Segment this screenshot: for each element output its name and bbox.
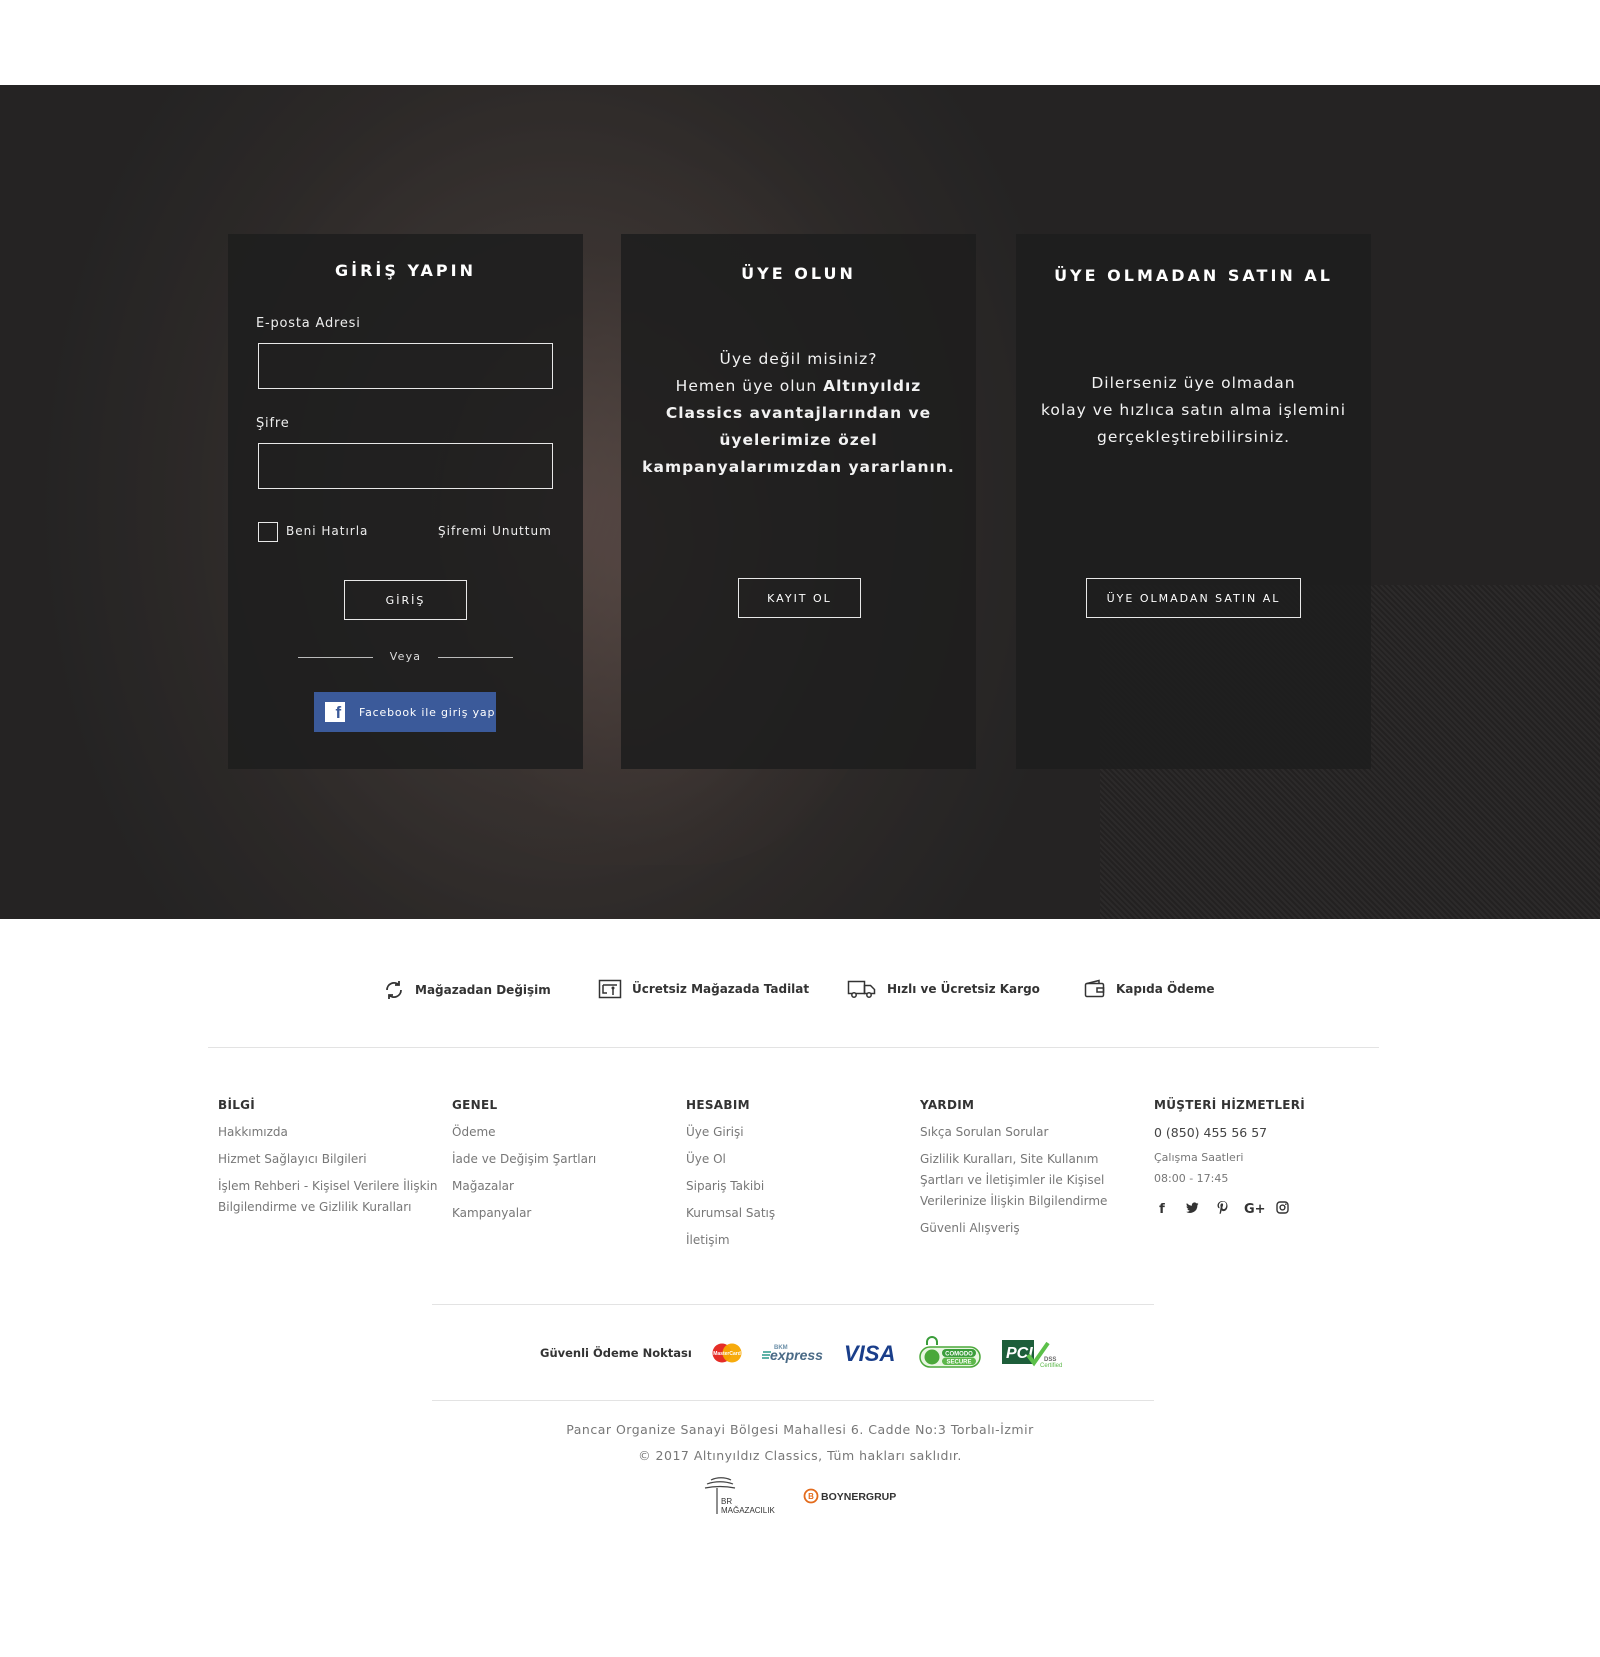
login-title: GİRİŞ YAPIN [335, 261, 476, 280]
footer-link[interactable]: Ödeme [452, 1122, 672, 1143]
twitter-icon[interactable] [1184, 1201, 1200, 1218]
footer-heading: GENEL [452, 1098, 498, 1112]
footer-column-bilgi: BİLGİ Hakkımızda Hizmet Sağlayıcı Bilgil… [218, 1098, 438, 1224]
svg-text:MasterCard: MasterCard [713, 1351, 741, 1357]
register-description: Üye değil misiniz? Hemen üye olun Altıny… [642, 350, 955, 476]
footer-link[interactable]: İşlem Rehberi - Kişisel Verilere İlişkin… [218, 1176, 438, 1218]
password-field[interactable] [258, 443, 553, 489]
guest-checkout-panel: ÜYE OLMADAN SATIN AL Dilerseniz üye olma… [1016, 234, 1371, 769]
truck-icon [847, 980, 876, 998]
footer-heading: YARDIM [920, 1098, 975, 1112]
comodo-secure-logo: COMODO SECURE [918, 1335, 982, 1371]
svg-text:SECURE: SECURE [946, 1360, 971, 1366]
footer-column-hesabim: HESABIM Üye Girişi Üye Ol Sipariş Takibi… [686, 1098, 906, 1257]
company-address: Pancar Organize Sanayi Bölgesi Mahallesi… [566, 1422, 1034, 1437]
register-button[interactable]: KAYIT OL [738, 578, 861, 618]
register-panel: ÜYE OLUN Üye değil misiniz? Hemen üye ol… [621, 234, 976, 769]
boyner-grup-logo: B BOYNERGRUP [803, 1485, 899, 1512]
instagram-icon[interactable] [1274, 1201, 1290, 1218]
divider-left [298, 657, 373, 658]
pinterest-icon[interactable] [1214, 1201, 1230, 1218]
divider [208, 1047, 1379, 1048]
footer-link[interactable]: İletişim [686, 1230, 906, 1251]
sewing-machine-icon [598, 979, 622, 999]
wallet-icon [1084, 979, 1105, 998]
guest-description: Dilerseniz üye olmadan kolay ve hızlıca … [1040, 374, 1347, 446]
footer-link[interactable]: Kampanyalar [452, 1203, 672, 1224]
or-label: Veya [389, 650, 422, 663]
exchange-icon [386, 981, 402, 999]
facebook-icon[interactable]: f [1154, 1202, 1170, 1217]
divider [432, 1400, 1154, 1401]
feature-cash-on-delivery[interactable]: Kapıda Ödeme [1084, 979, 1215, 999]
page: GİRİŞ YAPIN E-posta Adresi Şifre Beni Ha… [0, 0, 1600, 1657]
footer-link[interactable]: Hizmet Sağlayıcı Bilgileri [218, 1149, 438, 1170]
svg-text:B: B [808, 1492, 814, 1501]
footer-column-genel: GENEL Ödeme İade ve Değişim Şartları Mağ… [452, 1098, 672, 1230]
feature-free-tailoring[interactable]: Ücretsiz Mağazada Tadilat [598, 979, 809, 999]
footer-link[interactable]: Üye Ol [686, 1149, 906, 1170]
visa-logo: VISA [844, 1342, 900, 1364]
footer-link[interactable]: İade ve Değişim Şartları [452, 1149, 672, 1170]
social-links: f G+ [1154, 1201, 1354, 1218]
login-button[interactable]: GİRİŞ [344, 580, 467, 620]
forgot-password-link[interactable]: Şifremi Unuttum [438, 524, 552, 538]
svg-text:BOYNERGRUP: BOYNERGRUP [821, 1491, 896, 1503]
footer-link[interactable]: Gizlilik Kuralları, Site Kullanım Şartla… [920, 1149, 1120, 1212]
working-hours-label: Çalışma Saatleri [1154, 1151, 1244, 1164]
footer-column-yardim: YARDIM Sıkça Sorulan Sorular Gizlilik Ku… [920, 1098, 1120, 1245]
svg-text:MAĞAZACILIK: MAĞAZACILIK [721, 1506, 775, 1515]
hero-background: GİRİŞ YAPIN E-posta Adresi Şifre Beni Ha… [0, 85, 1600, 919]
guest-title: ÜYE OLMADAN SATIN AL [1054, 266, 1333, 285]
copyright-text: © 2017 Altınyıldız Classics, Tüm hakları… [638, 1448, 962, 1463]
footer-link[interactable]: Sıkça Sorulan Sorular [920, 1122, 1120, 1143]
mastercard-logo: MasterCard [710, 1342, 744, 1364]
footer-link[interactable]: Kurumsal Satış [686, 1203, 906, 1224]
remember-me-label: Beni Hatırla [286, 524, 369, 538]
footer-link[interactable]: Mağazalar [452, 1176, 672, 1197]
svg-text:COMODO: COMODO [945, 1352, 973, 1358]
feature-free-shipping[interactable]: Hızlı ve Ücretsiz Kargo [847, 979, 1040, 999]
facebook-login-button[interactable]: f Facebook ile giriş yap [314, 692, 496, 732]
footer-link[interactable]: Hakkımızda [218, 1122, 438, 1143]
register-title: ÜYE OLUN [741, 264, 856, 283]
guest-checkout-button[interactable]: ÜYE OLMADAN SATIN AL [1086, 578, 1301, 618]
google-plus-icon[interactable]: G+ [1244, 1202, 1266, 1217]
customer-phone[interactable]: 0 (850) 455 56 57 [1154, 1122, 1354, 1143]
feature-store-exchange[interactable]: Mağazadan Değişim [383, 979, 551, 1001]
group-brands: BR MAĞAZACILIK B BOYNERGRUP [695, 1476, 899, 1521]
facebook-icon: f [325, 702, 345, 722]
footer-heading: MÜŞTERİ HİZMETLERİ [1154, 1098, 1306, 1112]
divider-right [438, 657, 513, 658]
svg-text:express: express [770, 1347, 823, 1363]
footer-column-customer-service: MÜŞTERİ HİZMETLERİ 0 (850) 455 56 57 Çal… [1154, 1098, 1354, 1218]
login-panel: GİRİŞ YAPIN E-posta Adresi Şifre Beni Ha… [228, 234, 583, 769]
email-label: E-posta Adresi [256, 316, 361, 331]
email-field[interactable] [258, 343, 553, 389]
footer-link[interactable]: Üye Girişi [686, 1122, 906, 1143]
footer-heading: HESABIM [686, 1098, 750, 1112]
features-strip: Mağazadan Değişim Ücretsiz Mağazada Tadi… [0, 979, 1600, 1003]
facebook-login-label: Facebook ile giriş yap [359, 705, 496, 719]
secure-payment-row: Güvenli Ödeme Noktası MasterCard BKM exp… [540, 1335, 1084, 1371]
working-hours: 08:00 - 17:45 [1154, 1172, 1229, 1185]
divider [432, 1304, 1154, 1305]
svg-text:BR: BR [721, 1497, 732, 1506]
top-header [0, 0, 1600, 85]
bkm-express-logo: BKM express [761, 1342, 826, 1364]
br-magazacilik-logo: BR MAĞAZACILIK [695, 1476, 785, 1521]
footer-link[interactable]: Güvenli Alışveriş [920, 1218, 1120, 1239]
pci-dss-logo: PCI DSS Certified [1000, 1337, 1066, 1369]
footer-heading: BİLGİ [218, 1098, 256, 1112]
secure-payment-label: Güvenli Ödeme Noktası [540, 1346, 692, 1360]
footer-link[interactable]: Sipariş Takibi [686, 1176, 906, 1197]
remember-me-checkbox[interactable] [258, 522, 278, 542]
password-label: Şifre [256, 416, 290, 431]
svg-text:VISA: VISA [844, 1342, 895, 1364]
svg-text:Certified: Certified [1040, 1363, 1062, 1369]
